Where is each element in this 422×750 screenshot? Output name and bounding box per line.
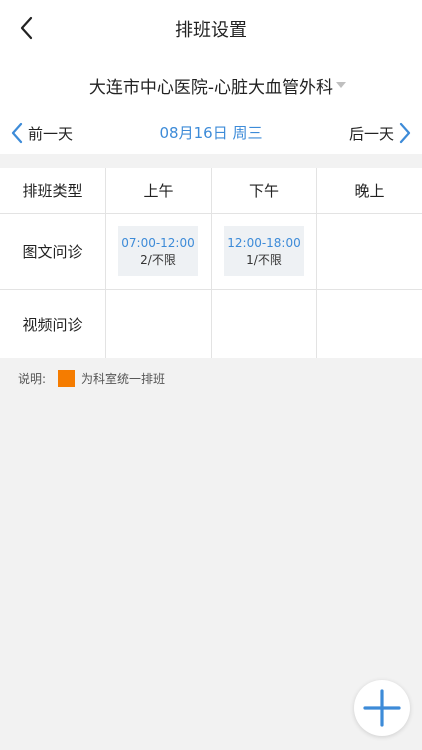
schedule-slot[interactable]: 12:00-18:00 1/不限 [224,226,304,276]
col-header-morning: 上午 [106,168,212,213]
add-schedule-button[interactable] [354,680,410,736]
top-bar: 排班设置 [0,0,422,56]
slot-capacity: 2/不限 [140,253,176,267]
legend-note: 说明: 为科室统一排班 [18,370,165,387]
schedule-table: 排班类型 上午 下午 晚上 图文问诊 07:00-12:00 2/不限 12:0… [0,168,422,358]
legend-prefix: 说明: [18,372,47,386]
row-type-label: 图文问诊 [0,214,106,289]
slot-time: 12:00-18:00 [227,236,301,250]
table-row: 视频问诊 [0,290,422,358]
row-type-label: 视频问诊 [0,290,106,358]
table-header-row: 排班类型 上午 下午 晚上 [0,168,422,214]
morning-cell[interactable]: 07:00-12:00 2/不限 [106,214,212,289]
plus-icon [363,689,401,727]
next-day-button[interactable]: 后一天 [349,120,412,146]
slot-capacity: 1/不限 [246,253,282,267]
date-navigation: 前一天 08月16日 周三 后一天 [0,110,422,154]
col-header-afternoon: 下午 [212,168,317,213]
legend-text: 为科室统一排班 [81,372,166,386]
chevron-right-icon [399,122,411,144]
caret-down-icon [336,82,346,88]
hospital-selector[interactable]: 大连市中心医院-心脏大血管外科 [0,56,422,110]
slot-time: 07:00-12:00 [121,236,195,250]
evening-cell[interactable] [317,214,422,289]
next-day-label: 后一天 [348,124,394,143]
afternoon-cell[interactable]: 12:00-18:00 1/不限 [212,214,317,289]
col-header-evening: 晚上 [354,182,385,200]
col-header-type: 排班类型 [0,168,106,213]
hospital-name: 大连市中心医院-心脏大血管外科 [88,78,334,98]
table-row: 图文问诊 07:00-12:00 2/不限 12:00-18:00 1/不限 [0,214,422,290]
morning-cell[interactable] [106,290,212,358]
afternoon-cell[interactable] [212,290,317,358]
legend-swatch [58,370,76,387]
evening-cell[interactable] [317,290,422,358]
schedule-slot[interactable]: 07:00-12:00 2/不限 [118,226,198,276]
page-title: 排班设置 [175,20,247,41]
